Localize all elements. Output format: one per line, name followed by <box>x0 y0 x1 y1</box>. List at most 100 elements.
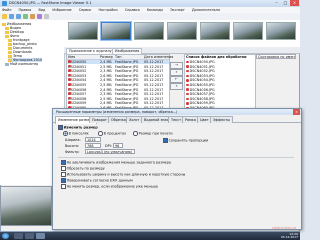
output-file-name: DSCN4051.JPG <box>189 64 215 69</box>
image-preview <box>0 186 52 226</box>
remove-button[interactable]: ← <box>170 76 183 83</box>
dpi-input[interactable]: 96 <box>113 143 123 148</box>
jpg-file-icon <box>186 102 189 105</box>
add-all-button[interactable]: » <box>170 69 183 76</box>
watermark-text: cyberpr.kiev.ua <box>271 226 296 230</box>
dialog-title: Расширенные параметры (изменения размера… <box>56 110 178 114</box>
output-file-name: DSCN4050.JPG <box>189 60 215 64</box>
output-file-list: Список файлов для обработки DSCN4050.JPG… <box>184 54 256 114</box>
maximize-button[interactable]: □ <box>281 0 290 6</box>
output-list-label: Список файлов для обработки <box>186 55 247 59</box>
option-skip-small[interactable]: Не менять размер, если изображение уже м… <box>61 184 158 189</box>
jpg-file-icon <box>186 88 189 91</box>
keep-ratio-option[interactable]: Сохранять пропорции <box>163 138 208 143</box>
advanced-options-dialog: Расширенные параметры (изменения размера… <box>52 108 302 230</box>
output-file-name: DSCN4053.JPG <box>189 73 215 78</box>
checkbox[interactable] <box>61 166 66 171</box>
output-file-name: DSCN4055.JPG <box>189 83 215 87</box>
option-pixels[interactable]: В пикселях <box>63 131 89 136</box>
minimize-button[interactable]: – <box>272 0 281 6</box>
dpi-label: DPI: <box>105 144 112 148</box>
height-input[interactable]: 768 <box>85 143 101 148</box>
source-file-list: Имя Размер Тип Дата изменения DSCN4050 2,… <box>66 54 173 114</box>
output-file-name: DSCN4054.JPG <box>189 78 215 83</box>
computer-icon <box>5 62 9 66</box>
jpg-file-icon <box>68 60 71 63</box>
keep-ratio-checkbox[interactable] <box>163 138 168 143</box>
taskbar-item[interactable] <box>25 233 34 239</box>
start-button[interactable] <box>2 233 9 239</box>
jpg-file-icon <box>186 97 189 101</box>
filter-select[interactable]: Lanczos3 (по умолчанию) <box>85 149 135 154</box>
tab-strip: Приложение к журналу Изображения <box>64 47 300 54</box>
checkbox[interactable] <box>61 160 66 165</box>
option-exif-rotate[interactable]: Поворачивать согласно EXIF данным <box>61 178 133 183</box>
taskbar-item[interactable] <box>14 233 23 239</box>
checkbox[interactable] <box>61 172 66 177</box>
open-folder-icon[interactable] <box>2 14 7 19</box>
option-print[interactable]: Размер при печати <box>133 131 173 136</box>
refresh-icon[interactable] <box>23 14 28 19</box>
resize-section-label: Изменить размер <box>63 125 98 130</box>
checkbox[interactable] <box>61 184 66 189</box>
output-file-name: DSCN4059.JPG <box>189 101 215 106</box>
back-icon[interactable] <box>9 14 14 19</box>
jpg-file-icon <box>186 60 189 64</box>
option-crop-fit[interactable]: Обрезать по размеру <box>61 166 105 171</box>
dtab-effects[interactable]: Эффекты <box>210 116 233 123</box>
dialog-title-bar: Расширенные параметры (изменения размера… <box>53 109 301 115</box>
thumbnail[interactable] <box>68 22 98 40</box>
jpg-file-icon <box>68 64 71 68</box>
width-input[interactable]: 1024 <box>85 137 101 142</box>
col-type[interactable]: Тип <box>115 55 122 59</box>
option-no-enlarge[interactable]: Не увеличивать изображения меньше заданн… <box>61 160 171 165</box>
thumbnail-selected[interactable] <box>101 22 131 40</box>
thumbnail[interactable] <box>266 22 296 40</box>
add-button[interactable]: → <box>170 62 183 69</box>
forward-icon[interactable] <box>16 14 21 19</box>
thumbnail[interactable] <box>167 22 197 40</box>
dtab-canvas[interactable]: Холст <box>126 116 143 123</box>
col-date[interactable]: Дата изменения <box>144 55 173 59</box>
dialog-close-button[interactable]: × <box>293 109 300 115</box>
sort-dropdown[interactable]: Сортировка по имени <box>256 54 296 59</box>
slideshow-icon[interactable] <box>30 14 35 19</box>
jpg-file-icon <box>68 69 71 72</box>
radio-pixels[interactable] <box>63 131 68 136</box>
col-size[interactable]: Размер <box>100 55 113 59</box>
jpg-file-icon <box>68 83 71 86</box>
jpg-file-icon <box>68 87 71 91</box>
taskbar: 12:20 05.12.2017 <box>0 232 300 240</box>
taskbar-item-active[interactable] <box>36 233 45 239</box>
jpg-file-icon <box>68 101 71 104</box>
tree-item[interactable]: Мой компьютер <box>5 62 38 66</box>
output-file-name: DSCN4058.JPG <box>189 96 215 101</box>
output-file-name: DSCN4052.JPG <box>189 69 215 74</box>
app-icon <box>2 1 7 6</box>
jpg-file-icon <box>186 74 189 78</box>
radio-percent[interactable] <box>98 131 103 136</box>
col-name[interactable]: Имя <box>68 55 75 59</box>
option-long-short-side[interactable]: Использовать ширину и высоту как длинную… <box>61 172 185 177</box>
window-title: DSCN4050.JPG — FastStone Image Viewer 5.… <box>9 1 92 5</box>
radio-print[interactable] <box>133 131 138 136</box>
thumbnail[interactable] <box>233 22 263 40</box>
width-label: Ширина: <box>65 138 81 142</box>
height-label: Высота: <box>65 144 80 148</box>
thumbnail[interactable] <box>200 22 230 40</box>
thumbnail[interactable] <box>134 22 164 40</box>
resize-checkbox[interactable] <box>58 125 63 130</box>
dtab-rotate[interactable]: Поворот <box>89 116 110 123</box>
option-percent[interactable]: В процентах <box>98 131 126 136</box>
system-clock[interactable]: 12:20 05.12.2017 <box>281 233 298 239</box>
dtab-watermark[interactable]: Водяной знак <box>141 116 172 123</box>
filter-label: Фильтр: <box>65 150 80 154</box>
jpg-file-icon <box>186 92 189 96</box>
checkbox[interactable] <box>61 178 66 183</box>
close-button[interactable]: × <box>290 0 299 6</box>
batch-convert-icon[interactable] <box>37 14 42 19</box>
clear-button[interactable]: « <box>170 83 183 90</box>
settings-icon[interactable] <box>44 14 49 19</box>
output-file-name: DSCN4057.JPG <box>189 92 215 97</box>
divider <box>58 157 294 158</box>
